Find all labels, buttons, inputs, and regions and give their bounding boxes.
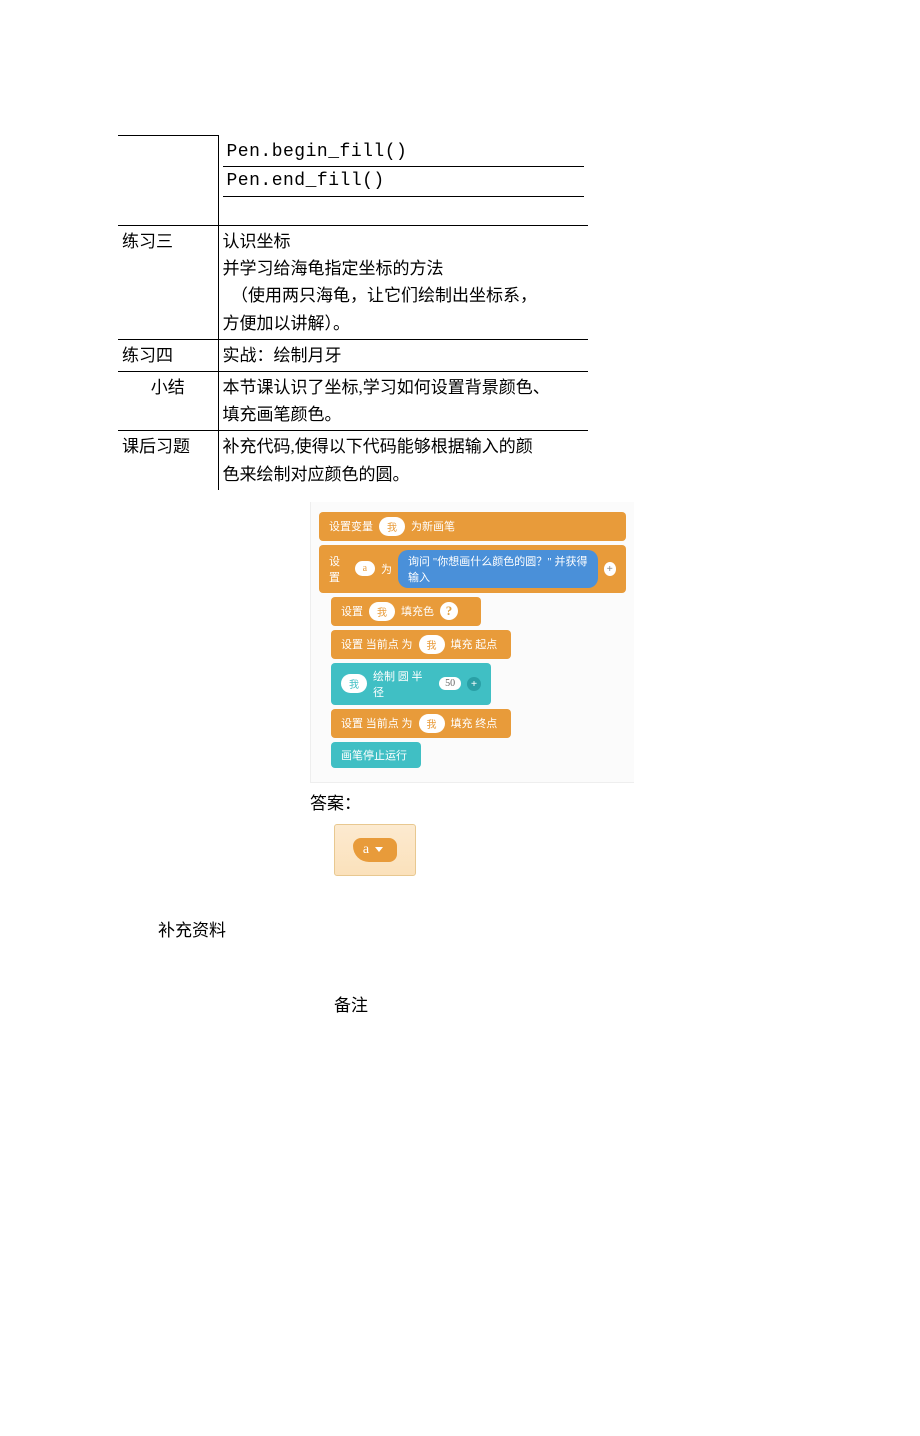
row1-label: 练习三: [118, 226, 218, 340]
b1-pill: 我: [379, 517, 405, 536]
row1-line4: 方便加以讲解）。: [223, 310, 585, 337]
b2-left: 设置: [329, 553, 349, 585]
b6-mid: 填充 终点: [451, 715, 498, 731]
b2-mid: 为: [381, 561, 392, 577]
b4-pill: 我: [419, 635, 445, 654]
b1-left: 设置变量: [329, 518, 373, 534]
answer-label: 答案：: [310, 789, 920, 814]
dropdown-icon: [375, 847, 383, 852]
question-icon: ?: [440, 602, 458, 620]
block-draw-circle: 我 绘制 圆 半径 50 +: [331, 663, 491, 705]
b6-left: 设置 当前点 为: [341, 715, 413, 731]
b5-pill: 我: [341, 674, 367, 693]
row1-line3: （使用两只海龟，让它们绘制出坐标系，: [223, 282, 585, 309]
row0-label: [118, 136, 218, 226]
b6-pill: 我: [419, 714, 445, 733]
row4-label: 课后习题: [118, 431, 218, 490]
code-line-1: Pen.begin_fill(): [223, 138, 585, 168]
row3-line1: 本节课认识了坐标,学习如何设置背景颜色、: [223, 374, 585, 401]
row1-content: 认识坐标 并学习给海龟指定坐标的方法 （使用两只海龟，让它们绘制出坐标系， 方便…: [218, 226, 588, 340]
code-line-2: Pen.end_fill(): [223, 167, 585, 197]
row0-content: Pen.begin_fill() Pen.end_fill(): [218, 136, 588, 226]
b7-text: 画笔停止运行: [341, 747, 407, 763]
b5-left: 绘制 圆 半径: [373, 668, 433, 700]
block-set-variable: 设置变量 我 为新画笔: [319, 512, 626, 541]
row1-line1: 认识坐标: [223, 228, 585, 255]
block-fill-end: 设置 当前点 为 我 填充 终点: [331, 709, 511, 738]
b2-pill: a: [355, 561, 375, 576]
row2-content: 实战：绘制月牙: [218, 339, 588, 371]
lesson-table: Pen.begin_fill() Pen.end_fill() 练习三 认识坐标…: [118, 135, 588, 490]
block-stop: 画笔停止运行: [331, 742, 421, 768]
b2-ask: 询问 "你想画什么颜色的圆？" 并获得输入: [398, 550, 597, 588]
row3-line2: 填充画笔颜色。: [223, 401, 585, 428]
plus-icon: +: [604, 562, 616, 576]
row1-line2: 并学习给海龟指定坐标的方法: [223, 255, 585, 282]
block-fill-color: 设置 我 填充色 ?: [331, 597, 481, 626]
row3-content: 本节课认识了坐标,学习如何设置背景颜色、 填充画笔颜色。: [218, 371, 588, 430]
answer-pill: a: [353, 838, 397, 862]
b5-num: 50: [439, 677, 461, 690]
answer-box: a: [334, 824, 416, 876]
row4-line1: 补充代码,使得以下代码能够根据输入的颜: [223, 433, 585, 460]
b1-right: 为新画笔: [411, 518, 455, 534]
notes-label: 备注: [334, 991, 920, 1016]
row4-content: 补充代码,使得以下代码能够根据输入的颜 色来绘制对应颜色的圆。: [218, 431, 588, 490]
b3-left: 设置: [341, 603, 363, 619]
block-set-a: 设置 a 为 询问 "你想画什么颜色的圆？" 并获得输入 +: [319, 545, 626, 593]
row4-line2: 色来绘制对应颜色的圆。: [223, 461, 585, 488]
b3-mid: 填充色: [401, 603, 434, 619]
b3-pill: 我: [369, 602, 395, 621]
row2-label: 练习四: [118, 339, 218, 371]
plus-icon-2: +: [467, 677, 481, 691]
b4-mid: 填充 起点: [451, 636, 498, 652]
block-fill-start: 设置 当前点 为 我 填充 起点: [331, 630, 511, 659]
answer-value: a: [363, 842, 369, 858]
supplement-label: 补充资料: [158, 921, 226, 940]
b4-left: 设置 当前点 为: [341, 636, 413, 652]
block-code-image: 设置变量 我 为新画笔 设置 a 为 询问 "你想画什么颜色的圆？" 并获得输入…: [310, 502, 634, 783]
row3-label: 小结: [118, 371, 218, 430]
footer-section: 补充资料 备注: [158, 916, 920, 1016]
